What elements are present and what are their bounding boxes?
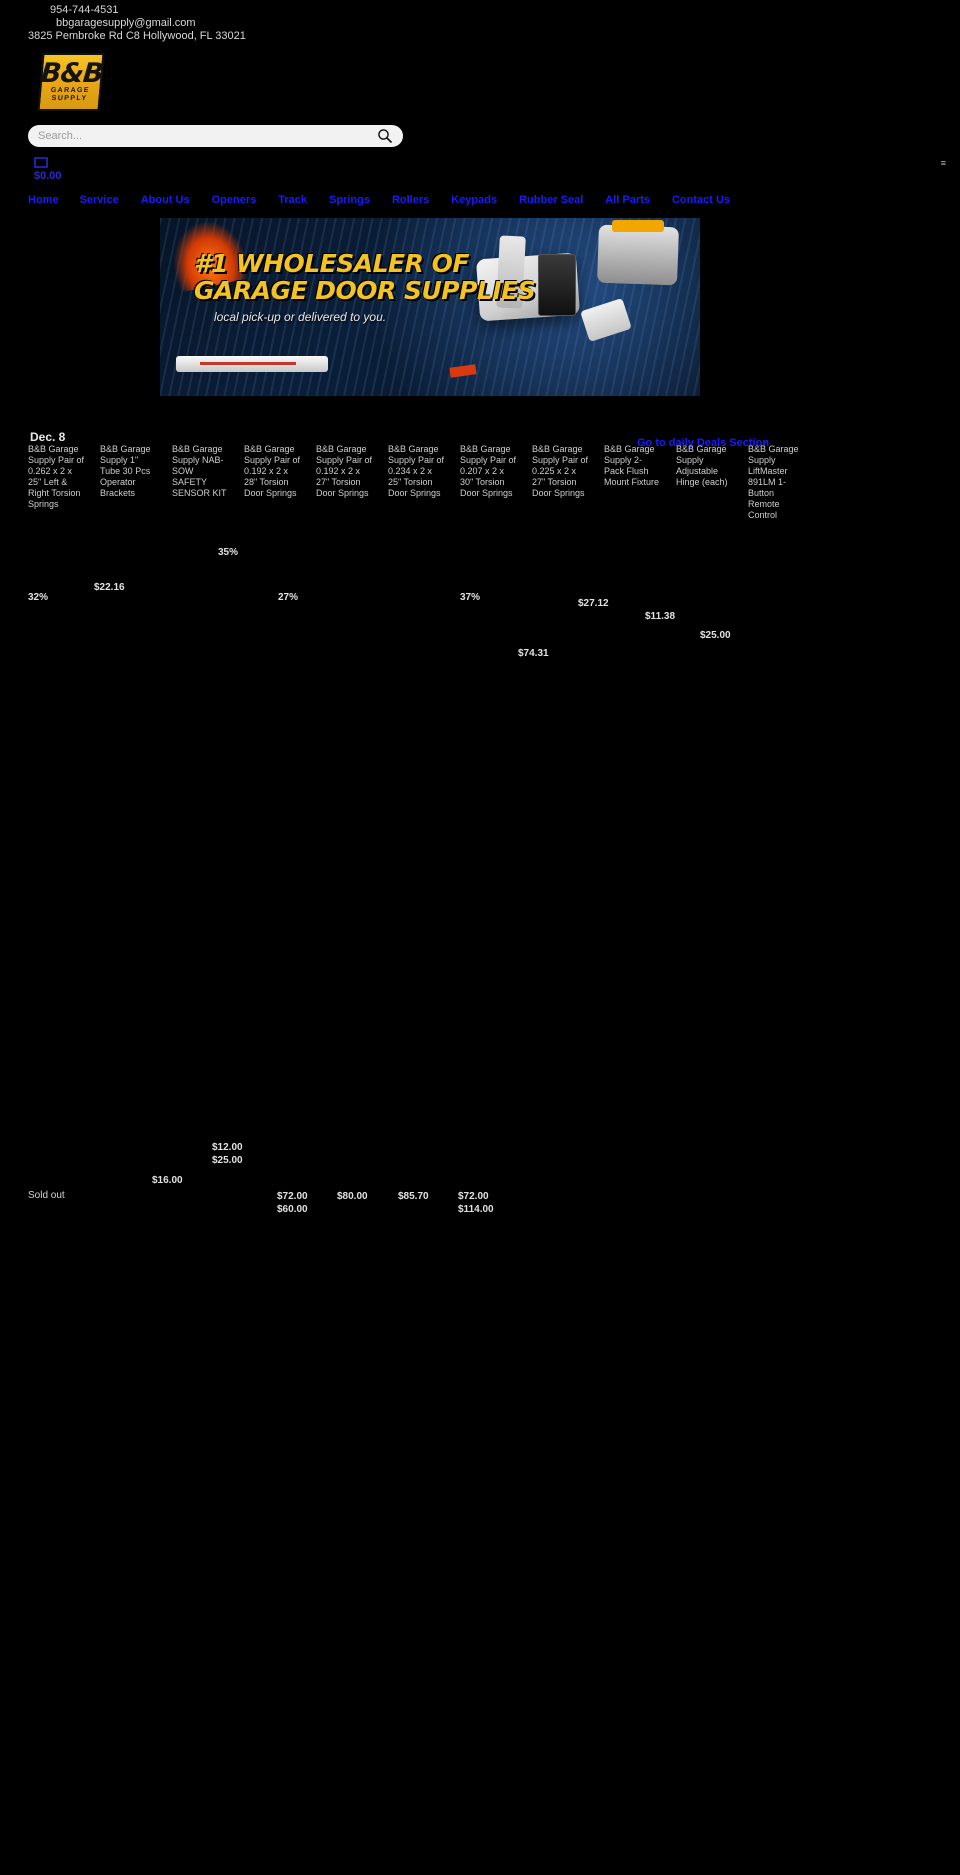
menu-toggle-icon[interactable]: ≡ — [941, 158, 946, 168]
search-input[interactable] — [38, 126, 368, 146]
product-price: $60.00 — [277, 1204, 308, 1215]
product-title: B&B Garage Supply 1" Tube 30 Pcs Operato… — [100, 444, 151, 498]
product-card[interactable]: B&B Garage Supply Pair of 0.234 x 2 x 25… — [388, 444, 448, 521]
hero-headline-line1: #1 WHOLESALER OF — [194, 249, 469, 278]
hero-headline: #1 WHOLESALER OF GARAGE DOOR SUPPLIES — [194, 249, 536, 305]
motor-top-cover — [612, 220, 664, 232]
product-title: B&B Garage Supply Pair of 0.234 x 2 x 25… — [388, 444, 445, 498]
product-title: B&B Garage Supply Pair of 0.192 x 2 x 28… — [244, 444, 301, 498]
product-price: $12.00 — [212, 1142, 243, 1153]
product-card[interactable]: B&B Garage Supply Pair of 0.192 x 2 x 28… — [244, 444, 304, 521]
main-navigation: Home Service About Us Openers Track Spri… — [28, 194, 960, 206]
nav-item-springs[interactable]: Springs — [329, 194, 370, 206]
product-card[interactable]: B&B Garage Supply 1" Tube 30 Pcs Operato… — [100, 444, 160, 521]
product-price: $16.00 — [152, 1175, 183, 1186]
product-title: B&B Garage Supply LiftMaster 891LM 1-But… — [748, 444, 799, 520]
discount-badge: 35% — [218, 547, 239, 558]
product-title: B&B Garage Supply Pair of 0.192 x 2 x 27… — [316, 444, 373, 498]
site-logo[interactable]: B&B GARAGE SUPPLY — [37, 53, 105, 111]
contact-address: 3825 Pembroke Rd C8 Hollywood, FL 33021 — [28, 30, 246, 42]
status-badge-sold-out: Sold out — [28, 1190, 65, 1201]
nav-item-about-us[interactable]: About Us — [141, 194, 190, 206]
product-price: $85.70 — [398, 1191, 429, 1202]
nav-item-keypads[interactable]: Keypads — [451, 194, 497, 206]
product-title: B&B Garage Supply Pair of 0.262 x 2 x 25… — [28, 444, 85, 509]
cart-icon[interactable] — [34, 155, 48, 168]
nav-item-all-parts[interactable]: All Parts — [605, 194, 650, 206]
cart-total: $0.00 — [34, 170, 62, 182]
deals-date-title: Dec. 8 — [30, 430, 66, 444]
nav-item-rollers[interactable]: Rollers — [392, 194, 429, 206]
product-title: B&B Garage Supply Pair of 0.207 x 2 x 30… — [460, 444, 517, 498]
product-price: $72.00 — [458, 1191, 489, 1202]
product-card[interactable]: B&B Garage Supply 2-Pack Flush Mount Fix… — [604, 444, 664, 521]
cart-widget[interactable]: $0.00 — [34, 155, 960, 182]
contact-bar: 954-744-4531 bbgaragesupply@gmail.com 38… — [0, 0, 960, 43]
nav-item-contact-us[interactable]: Contact Us — [672, 194, 730, 206]
contact-phone[interactable]: 954-744-4531 — [50, 4, 960, 17]
nav-item-openers[interactable]: Openers — [212, 194, 257, 206]
product-card[interactable]: B&B Garage Supply Adjustable Hinge (each… — [676, 444, 736, 521]
product-price: $80.00 — [337, 1191, 368, 1202]
product-price: $27.12 — [578, 598, 609, 609]
product-card[interactable]: B&B Garage Supply Pair of 0.262 x 2 x 25… — [28, 444, 88, 521]
hero-subtitle: local pick-up or delivered to you. — [214, 310, 387, 324]
motor-unit-image — [597, 224, 679, 286]
product-title: B&B Garage Supply 2-Pack Flush Mount Fix… — [604, 444, 660, 487]
nav-item-service[interactable]: Service — [80, 194, 119, 206]
product-price: $72.00 — [277, 1191, 308, 1202]
product-card[interactable]: B&B Garage Supply LiftMaster 891LM 1-But… — [748, 444, 808, 521]
page-root: 954-744-4531 bbgaragesupply@gmail.com 38… — [0, 0, 960, 1875]
rail-stripe — [200, 362, 296, 365]
product-price: $22.16 — [94, 582, 125, 593]
product-card[interactable]: B&B Garage Supply NAB-SOW SAFETY SENSOR … — [172, 444, 232, 521]
product-title: B&B Garage Supply NAB-SOW SAFETY SENSOR … — [172, 444, 227, 498]
product-carousel[interactable]: B&B Garage Supply Pair of 0.262 x 2 x 25… — [28, 444, 933, 521]
logo-subtext-supply: SUPPLY — [51, 95, 88, 102]
product-title: B&B Garage Supply Adjustable Hinge (each… — [676, 444, 728, 487]
discount-badge: 37% — [460, 592, 481, 603]
deals-header: Dec. 8 — [30, 430, 65, 444]
hero-banner[interactable]: #1 WHOLESALER OF GARAGE DOOR SUPPLIES lo… — [160, 218, 700, 396]
control-panel-image — [538, 254, 576, 316]
contact-email[interactable]: bbgaragesupply@gmail.com — [56, 17, 960, 30]
discount-badge: 32% — [28, 592, 49, 603]
nav-item-rubber-seal[interactable]: Rubber Seal — [519, 194, 583, 206]
hero-headline-line2: GARAGE DOOR SUPPLIES — [194, 276, 536, 305]
logo-plate: B&B GARAGE SUPPLY — [37, 53, 105, 111]
product-card[interactable]: B&B Garage Supply Pair of 0.225 x 2 x 27… — [532, 444, 592, 521]
discount-badge: 27% — [278, 592, 299, 603]
product-price: $25.00 — [700, 630, 731, 641]
search-icon[interactable] — [377, 128, 393, 144]
product-price: $11.38 — [645, 611, 676, 622]
product-card[interactable]: B&B Garage Supply Pair of 0.207 x 2 x 30… — [460, 444, 520, 521]
product-card[interactable]: B&B Garage Supply Pair of 0.192 x 2 x 27… — [316, 444, 376, 521]
product-title: B&B Garage Supply Pair of 0.225 x 2 x 27… — [532, 444, 589, 498]
logo-subtext-garage: GARAGE — [50, 87, 91, 94]
product-price: $25.00 — [212, 1155, 243, 1166]
product-price: $114.00 — [458, 1204, 494, 1215]
logo-text: B&B — [39, 58, 104, 89]
nav-item-track[interactable]: Track — [278, 194, 307, 206]
product-price: $74.31 — [518, 648, 549, 659]
search-row — [28, 125, 960, 147]
nav-item-home[interactable]: Home — [28, 194, 59, 206]
search-box[interactable] — [28, 125, 403, 147]
